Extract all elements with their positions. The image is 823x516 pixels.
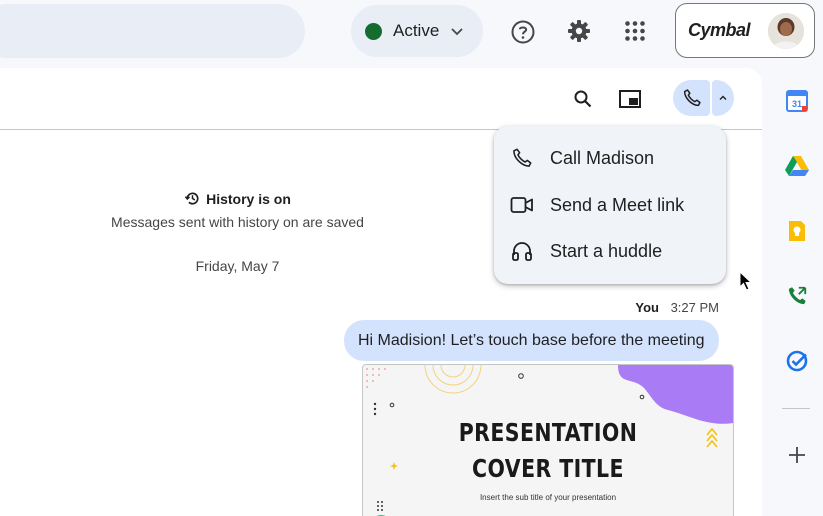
picture-in-picture-icon[interactable] [617,86,643,112]
message-sender: You [635,300,659,315]
date-divider: Friday, May 7 [195,258,280,274]
brand-logo: Cymbal [688,20,751,40]
avatar[interactable] [768,13,804,49]
slide-subtitle: Insert the sub title of your presentatio… [479,493,617,502]
history-icon [184,190,201,207]
apps-grid-icon[interactable] [620,16,650,46]
search-icon[interactable] [570,86,596,112]
menu-item-label: Call Madison [550,147,655,168]
search-bar[interactable] [0,4,305,58]
presentation-attachment[interactable]: PRESENTATION COVER TITLE Insert the sub … [362,364,734,516]
help-icon[interactable] [508,17,538,47]
menu-item-huddle[interactable]: Start a huddle [494,228,726,274]
call-button-group [673,80,734,116]
slide-title-line-1: PRESENTATION [458,418,638,447]
status-button[interactable]: Active [351,5,483,57]
history-title: History is on [206,190,291,207]
keep-icon[interactable] [784,218,810,244]
message-bubble[interactable]: Hi Madision! Let’s touch base before the… [344,320,719,361]
rail-divider [782,408,810,409]
headphones-icon [510,239,534,263]
voice-phone-icon[interactable] [784,283,810,309]
status-indicator-dot [365,22,382,40]
message-meta: You 3:27 PM [635,300,719,315]
menu-item-call[interactable]: Call Madison [494,135,726,181]
chat-header [0,68,762,130]
menu-item-label: Send a Meet link [550,194,685,215]
history-subtitle: Messages sent with history on are saved [111,214,364,230]
message-time: 3:27 PM [670,300,719,315]
menu-item-label: Start a huddle [550,240,663,261]
drive-icon[interactable] [784,153,810,179]
add-icon[interactable] [784,442,810,468]
svg-text:31: 31 [792,99,802,109]
settings-gear-icon[interactable] [564,16,594,46]
chevron-down-icon [449,23,465,39]
history-status: History is on [0,190,475,207]
calendar-icon[interactable]: 31 [784,88,810,114]
call-options-menu: Call Madison Send a Meet link Start a hu… [494,126,726,284]
status-label: Active [393,21,440,40]
account-switcher[interactable]: Cymbal [675,3,815,58]
phone-icon [510,146,534,170]
phone-icon[interactable] [673,80,710,116]
video-camera-icon [510,193,534,217]
menu-item-meet-link[interactable]: Send a Meet link [494,182,726,228]
tasks-icon[interactable] [784,348,810,374]
slide-title-line-2: COVER TITLE [472,454,624,483]
mouse-cursor-icon [739,270,753,296]
chevron-up-icon[interactable] [712,80,734,116]
